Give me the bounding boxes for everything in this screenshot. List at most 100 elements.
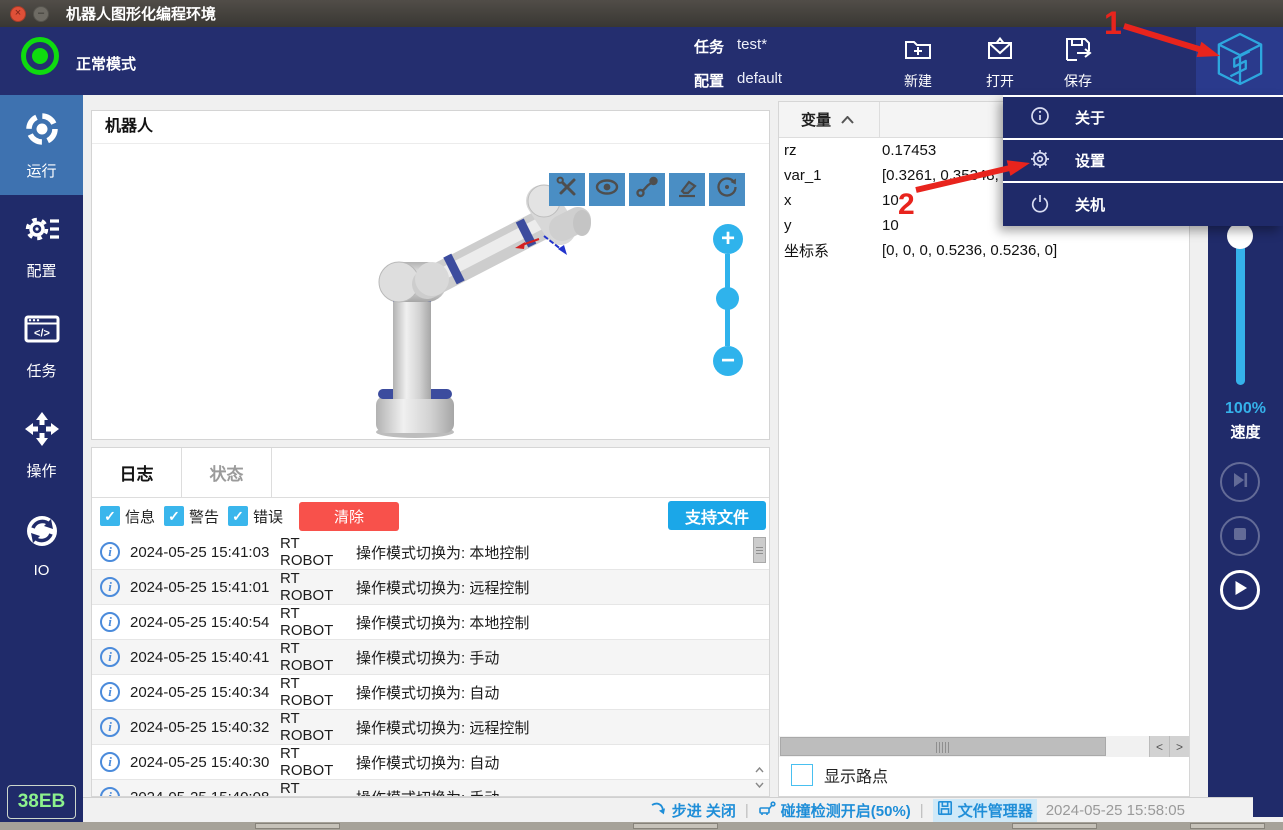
speed-slider-handle[interactable] [1227, 223, 1253, 249]
horizontal-scrollbar[interactable]: < > [779, 736, 1189, 757]
log-source: RT ROBOT [280, 675, 356, 709]
horizontal-scrollbar-thumb[interactable] [780, 737, 1106, 756]
filter-info[interactable]: ✓ 信息 [100, 506, 155, 527]
collision-detection-toggle[interactable]: 碰撞检测开启(50%) [758, 800, 911, 821]
log-message: 操作模式切换为: 本地控制 [356, 612, 529, 633]
variable-value: 10 [882, 192, 899, 209]
zoom-slider-handle[interactable] [716, 287, 739, 310]
warning-checkbox[interactable]: ✓ [164, 506, 184, 526]
menu-item-settings[interactable]: 设置 [1003, 140, 1283, 183]
step-forward-button[interactable] [1220, 462, 1260, 502]
play-button[interactable] [1220, 570, 1260, 610]
sidebar-item-operate[interactable]: 操作 [0, 395, 83, 495]
variable-row[interactable]: 坐标系 [0, 0, 0, 0.5236, 0.5236, 0] [779, 238, 1189, 263]
app-menu-button[interactable] [1196, 27, 1283, 95]
step-mode-toggle[interactable]: 步进 关闭 [650, 800, 736, 821]
new-task-button[interactable]: 新建 [885, 34, 951, 91]
stop-button[interactable] [1220, 516, 1260, 556]
info-log-icon: i [100, 682, 120, 702]
speed-slider-track[interactable] [1236, 225, 1245, 385]
app-window: { "window": { "title": "机器人图形化编程环境" }, "… [0, 0, 1283, 830]
floppy-disk-icon [937, 800, 953, 820]
sidebar-item-task[interactable]: </> 任务 [0, 295, 83, 395]
minimize-button[interactable]: – [33, 6, 49, 22]
close-button[interactable]: × [10, 6, 26, 22]
menu-item-shutdown[interactable]: 关机 [1003, 183, 1283, 226]
tab-status[interactable]: 状态 [182, 448, 272, 497]
config-field: 配置 default [694, 70, 782, 91]
scroll-up-button[interactable] [752, 763, 766, 777]
menu-item-label: 关于 [1075, 107, 1105, 128]
variable-name: rz [779, 142, 882, 159]
show-waypoints-checkbox[interactable] [791, 764, 813, 786]
info-log-icon: i [100, 577, 120, 597]
sidebar-item-io[interactable]: IO [0, 495, 83, 595]
filter-error-label: 错误 [253, 506, 283, 527]
log-message: 操作模式切换为: 本地控制 [356, 542, 529, 563]
error-checkbox[interactable]: ✓ [228, 506, 248, 526]
log-row[interactable]: i 2024-05-25 15:40:30 RT ROBOT 操作模式切换为: … [92, 745, 769, 780]
open-button-label: 打开 [986, 71, 1014, 91]
log-time: 2024-05-25 15:40:41 [130, 649, 280, 666]
variable-name: 坐标系 [779, 240, 882, 261]
log-message: 操作模式切换为: 自动 [356, 682, 499, 703]
log-row[interactable]: i 2024-05-25 15:40:41 RT ROBOT 操作模式切换为: … [92, 640, 769, 675]
power-icon [1030, 193, 1050, 217]
tools-button[interactable] [549, 173, 585, 206]
info-log-icon: i [100, 787, 120, 797]
open-task-button[interactable]: 打开 [967, 34, 1033, 91]
tools-icon [555, 175, 579, 204]
zoom-out-button[interactable]: − [713, 346, 743, 376]
log-row[interactable]: i 2024-05-25 15:40:08 RT ROBOT 操作模式切换为: … [92, 780, 769, 797]
step-mode-label: 步进 关闭 [672, 800, 736, 821]
log-time: 2024-05-25 15:40:30 [130, 754, 280, 771]
desktop-taskbar [0, 822, 1283, 830]
variable-value: [0, 0, 0, 0.5236, 0.5236, 0] [882, 242, 1057, 259]
log-list: i 2024-05-25 15:41:03 RT ROBOT 操作模式切换为: … [92, 535, 769, 796]
filter-error[interactable]: ✓ 错误 [228, 506, 283, 527]
log-row[interactable]: i 2024-05-25 15:41:03 RT ROBOT 操作模式切换为: … [92, 535, 769, 570]
path-waypoints-icon [635, 175, 659, 204]
log-source: RT ROBOT [280, 745, 356, 779]
log-time: 2024-05-25 15:40:08 [130, 789, 280, 798]
log-row[interactable]: i 2024-05-25 15:40:54 RT ROBOT 操作模式切换为: … [92, 605, 769, 640]
variables-header-label: 变量 [801, 109, 831, 130]
io-sync-icon [23, 512, 61, 555]
view-button[interactable] [589, 173, 625, 206]
sidebar-item-label: 运行 [26, 160, 56, 181]
collision-robot-icon [758, 800, 776, 820]
config-value: default [737, 70, 782, 91]
show-waypoints-control: 显示路点 [791, 763, 888, 787]
scroll-right-button[interactable]: > [1169, 736, 1189, 757]
support-file-button[interactable]: 支持文件 [668, 501, 766, 530]
path-button[interactable] [629, 173, 665, 206]
log-row[interactable]: i 2024-05-25 15:41:01 RT ROBOT 操作模式切换为: … [92, 570, 769, 605]
save-task-button[interactable]: 保存 [1045, 34, 1111, 91]
info-log-icon: i [100, 647, 120, 667]
zoom-in-button[interactable]: + [713, 224, 743, 254]
file-manager-button[interactable]: 文件管理器 [933, 799, 1037, 822]
erase-button[interactable] [669, 173, 705, 206]
clear-log-button[interactable]: 清除 [299, 502, 399, 531]
log-panel: 日志 状态 ✓ 信息 ✓ 警告 ✓ 错误 清除 支持文件 i 2024-05-2… [91, 447, 770, 797]
rotate-view-button[interactable] [709, 173, 745, 206]
config-label: 配置 [694, 70, 724, 91]
log-message: 操作模式切换为: 自动 [356, 752, 499, 773]
scroll-down-button[interactable] [752, 778, 766, 792]
vertical-scrollbar-thumb[interactable] [753, 537, 766, 563]
filter-warning[interactable]: ✓ 警告 [164, 506, 219, 527]
log-filter-bar: ✓ 信息 ✓ 警告 ✓ 错误 清除 支持文件 [92, 498, 769, 534]
tab-log[interactable]: 日志 [92, 448, 182, 497]
mode-status-dot [32, 48, 48, 64]
menu-item-about[interactable]: 关于 [1003, 97, 1283, 140]
log-row[interactable]: i 2024-05-25 15:40:32 RT ROBOT 操作模式切换为: … [92, 710, 769, 745]
scroll-left-button[interactable]: < [1149, 736, 1169, 757]
new-folder-icon [903, 34, 933, 69]
info-icon [1030, 106, 1050, 130]
info-checkbox[interactable]: ✓ [100, 506, 120, 526]
sidebar-item-run[interactable]: 运行 [0, 95, 83, 195]
statusbar-separator: | [745, 802, 749, 819]
log-row[interactable]: i 2024-05-25 15:40:34 RT ROBOT 操作模式切换为: … [92, 675, 769, 710]
gear-icon [1030, 149, 1050, 173]
sidebar-item-config[interactable]: 配置 [0, 195, 83, 295]
